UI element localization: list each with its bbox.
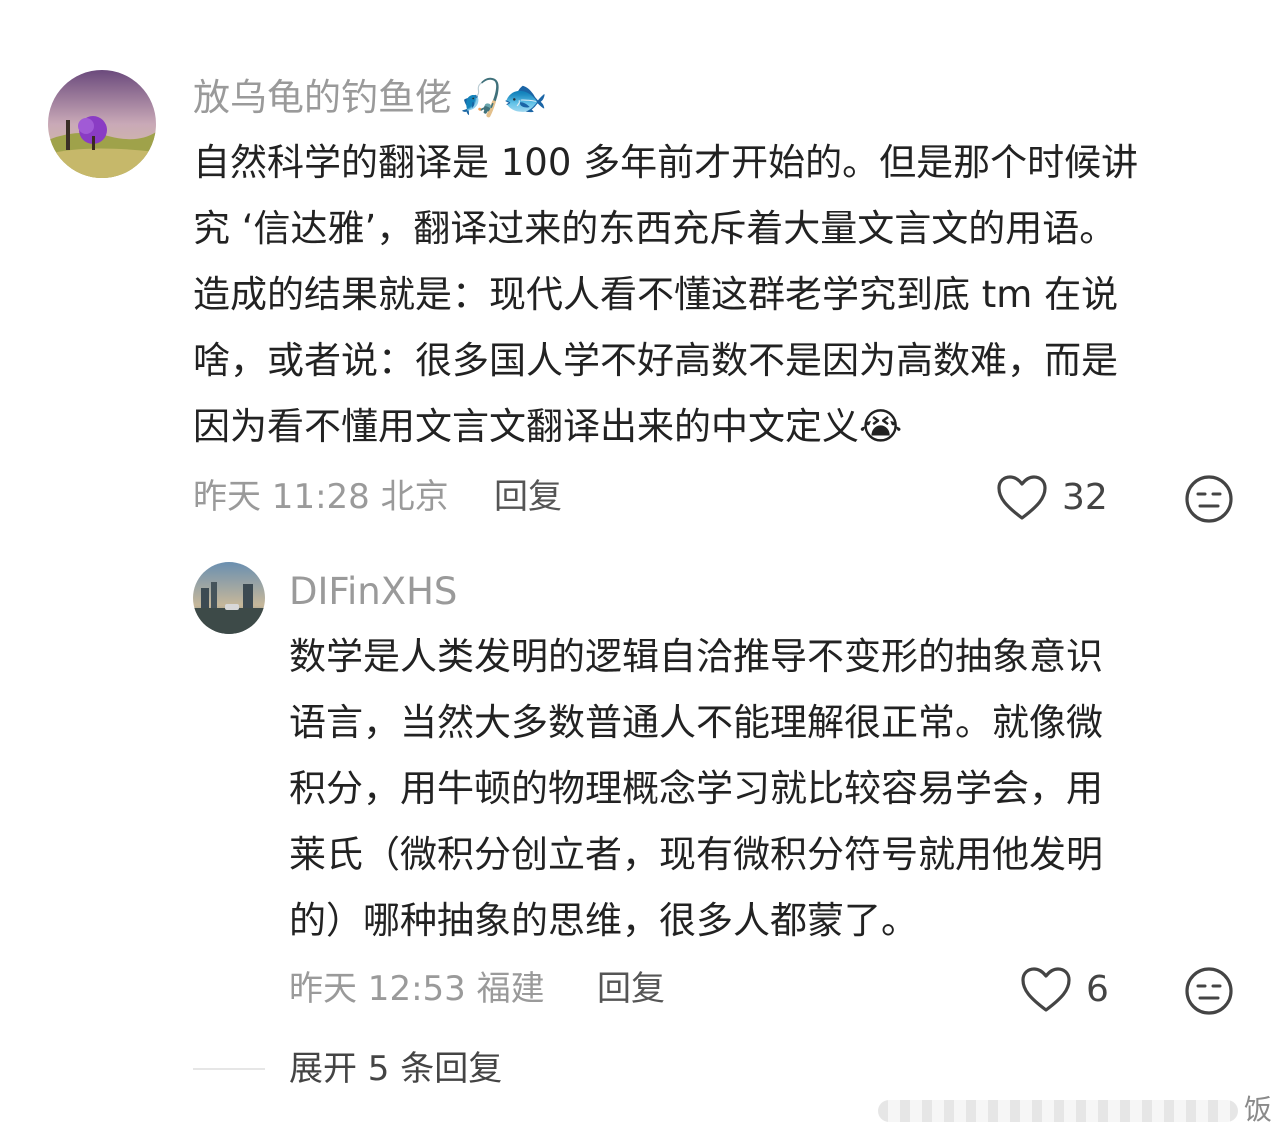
reply-reply-button[interactable]: 回复 <box>597 966 665 1012</box>
replier-username[interactable]: DIFinXHS <box>289 566 457 618</box>
comment-line: 啥，或者说：很多国人学不好高数不是因为高数难，而是 <box>193 339 1118 382</box>
replier-avatar[interactable] <box>193 562 265 634</box>
expand-replies-button[interactable]: 展开 5 条回复 <box>289 1046 502 1092</box>
reply-line: 数学是人类发明的逻辑自洽推导不变形的抽象意识 <box>289 635 1103 678</box>
heart-outline-icon <box>1021 967 1071 1012</box>
reply-like-count: 6 <box>1086 969 1109 1010</box>
comment-line: 造成的结果就是：现代人看不懂这群老学究到底 tm 在说 <box>193 273 1119 316</box>
watermark: 饭 <box>877 1088 1272 1128</box>
commenter-username[interactable]: 放乌龟的钓鱼佬 🎣🐟 <box>193 72 548 125</box>
watermark-stripe <box>877 1100 1238 1122</box>
reply-like-button[interactable]: 6 <box>1020 966 1109 1014</box>
comment-like-button[interactable]: 32 <box>996 474 1108 522</box>
reply-dislike-button[interactable] <box>1184 966 1234 1020</box>
meh-face-icon <box>1185 967 1233 1015</box>
comment-line: 自然科学的翻译是 100 多年前才开始的。但是那个时候讲 <box>193 141 1139 184</box>
reply-line: 的）哪种抽象的思维，很多人都蒙了。 <box>289 899 918 942</box>
comment-reply-button[interactable]: 回复 <box>494 474 562 520</box>
meh-face-icon <box>1185 475 1233 523</box>
comment-dislike-button[interactable] <box>1184 474 1234 528</box>
comment-like-count: 32 <box>1062 477 1108 518</box>
reply-body: 数学是人类发明的逻辑自洽推导不变形的抽象意识 语言，当然大多数普通人不能理解很正… <box>289 624 1249 954</box>
reply-timestamp-location: 昨天 12:53 福建 <box>289 969 545 1009</box>
comment-thread: 放乌龟的钓鱼佬 🎣🐟 自然科学的翻译是 100 多年前才开始的。但是那个时候讲 究… <box>0 0 1284 1142</box>
crying-emoji-icon: 😭 <box>859 405 903 448</box>
username-text: 放乌龟的钓鱼佬 <box>193 76 452 119</box>
watermark-text: 饭 <box>1243 1093 1272 1126</box>
expand-divider <box>193 1068 265 1070</box>
reply-line: 莱氏（微积分创立者，现有微积分符号就用他发明 <box>289 833 1103 876</box>
comment-line: 究 ‘信达雅’，翻译过来的东西充斥着大量文言文的用语。 <box>193 207 1117 250</box>
commenter-avatar[interactable] <box>48 70 156 178</box>
comment-timestamp-location: 昨天 11:28 北京 <box>193 477 449 517</box>
reply-line: 语言，当然大多数普通人不能理解很正常。就像微 <box>289 701 1103 744</box>
avatar-landscape-image <box>48 70 156 178</box>
comment-body: 自然科学的翻译是 100 多年前才开始的。但是那个时候讲 究 ‘信达雅’，翻译过… <box>193 130 1253 460</box>
heart-outline-icon <box>997 475 1047 520</box>
reply-line: 积分，用牛顿的物理概念学习就比较容易学会，用 <box>289 767 1103 810</box>
avatar-city-image <box>193 562 265 634</box>
fishing-emoji-icon: 🎣🐟 <box>458 78 548 119</box>
comment-line: 因为看不懂用文言文翻译出来的中文定义 <box>193 405 859 448</box>
